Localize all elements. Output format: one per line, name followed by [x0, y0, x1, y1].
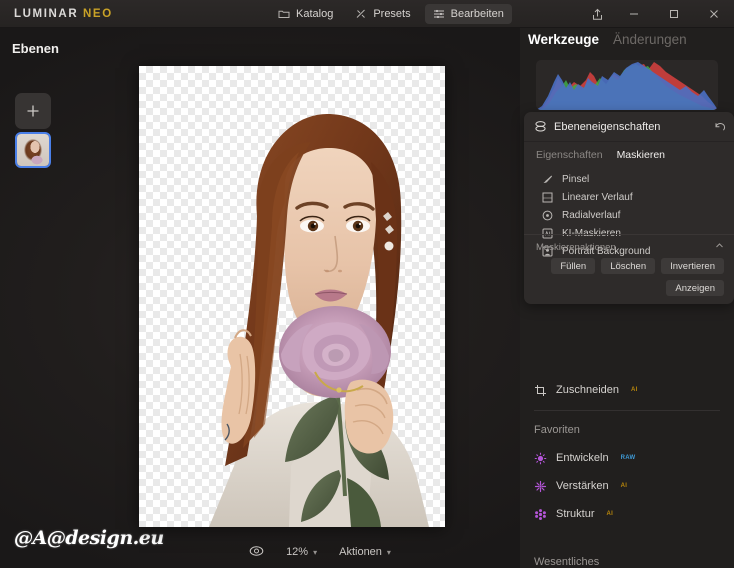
tools-panel: Werkzeuge Änderungen Ebeneneigenschaften	[520, 28, 734, 568]
mask-actions-header[interactable]: Maskierenaktionen	[536, 241, 724, 253]
close-icon	[708, 8, 720, 20]
page-title: Ebenen	[12, 41, 59, 56]
reset-arrow-icon[interactable]	[714, 121, 726, 133]
minimize-button[interactable]	[614, 0, 654, 28]
share-icon	[591, 8, 604, 21]
menu-label-presets: Presets	[373, 8, 411, 20]
tab-aenderungen[interactable]: Änderungen	[613, 32, 687, 47]
mask-actions-title: Maskierenaktionen	[536, 241, 616, 253]
layers-panel: Ebenen	[0, 28, 120, 568]
enhance-icon	[534, 480, 547, 493]
tool-verstaerken[interactable]: Verstärken AI	[520, 474, 734, 498]
rgb-histogram[interactable]	[536, 60, 718, 110]
edit-sliders-icon	[433, 8, 445, 20]
linear-gradient-icon	[542, 192, 553, 203]
tab-eigenschaften-label: Eigenschaften	[536, 149, 603, 161]
zoom-level-dropdown[interactable]: 12% ▾	[286, 546, 317, 558]
tab-werkzeuge[interactable]: Werkzeuge	[528, 32, 599, 47]
tab-maskieren[interactable]: Maskieren	[617, 149, 665, 161]
mask-actions-buttons: Füllen Löschen Invertieren Anzeigen	[536, 258, 724, 296]
preview-toggle-button[interactable]	[249, 545, 264, 560]
radial-gradient-icon	[542, 210, 553, 221]
portrait-photo	[139, 66, 445, 527]
panel-tabs: Werkzeuge Änderungen	[528, 32, 687, 47]
layer-properties-title: Ebeneneigenschaften	[554, 120, 661, 133]
crop-icon	[534, 384, 547, 397]
develop-icon	[534, 452, 547, 465]
maximize-button[interactable]	[654, 0, 694, 28]
show-mask-button[interactable]: Anzeigen	[666, 280, 724, 296]
layers-icon	[534, 120, 547, 133]
tool-zuschneiden[interactable]: Zuschneiden AI	[520, 378, 734, 402]
mask-tool-label: Pinsel	[562, 173, 590, 185]
sliders-icon	[355, 8, 367, 20]
fill-mask-button[interactable]: Füllen	[551, 258, 596, 274]
brush-icon	[542, 174, 553, 185]
menu-label-bearbeiten: Bearbeiten	[450, 8, 504, 20]
chevron-down-icon: ▾	[386, 547, 391, 557]
tab-eigenschaften[interactable]: Eigenschaften	[536, 149, 603, 161]
maximize-icon	[668, 8, 680, 20]
tool-entwickeln[interactable]: Entwickeln RAW	[520, 446, 734, 470]
actions-dropdown[interactable]: Aktionen ▾	[339, 546, 391, 558]
tool-label: Struktur	[556, 508, 595, 520]
title-bar: LUMINAR NEO Katalog Presets Bearbeiten	[0, 0, 734, 28]
mask-tool-radialverlauf[interactable]: Radialverlauf	[524, 206, 734, 224]
canvas-toolbar: 12% ▾ Aktionen ▾	[120, 536, 520, 568]
tab-aenderungen-label: Änderungen	[613, 32, 687, 47]
menu-label-katalog: Katalog	[296, 8, 334, 20]
chevron-up-icon	[715, 241, 724, 253]
tool-label: Verstärken	[556, 480, 609, 492]
share-button[interactable]	[580, 0, 614, 28]
section-wesentliches: Wesentliches	[534, 556, 600, 568]
layer-properties-card: Ebeneneigenschaften Eigenschaften Maskie…	[524, 112, 734, 304]
eye-icon	[249, 545, 264, 560]
tab-werkzeuge-label: Werkzeuge	[528, 32, 600, 47]
plus-icon	[27, 105, 39, 117]
main-menu: Katalog Presets Bearbeiten	[270, 0, 512, 28]
layer-thumbnail	[17, 134, 49, 166]
section-favoriten: Favoriten	[534, 424, 580, 436]
chevron-down-icon: ▾	[313, 547, 318, 557]
mask-tool-pinsel[interactable]: Pinsel	[524, 170, 734, 188]
ai-badge: AI	[631, 387, 638, 393]
mask-actions-section: Maskierenaktionen Füllen Löschen Inverti…	[524, 234, 734, 304]
layer-properties-tabs: Eigenschaften Maskieren	[524, 142, 734, 167]
close-button[interactable]	[694, 0, 734, 28]
window-controls	[580, 0, 734, 28]
folder-icon	[278, 8, 290, 20]
menu-item-presets[interactable]: Presets	[347, 4, 418, 24]
mask-tool-linearer-verlauf[interactable]: Linearer Verlauf	[524, 188, 734, 206]
brand-primary: LUMINAR	[14, 8, 79, 20]
mask-tool-label: Linearer Verlauf	[562, 191, 633, 203]
ai-badge: AI	[606, 511, 614, 517]
menu-item-katalog[interactable]: Katalog	[270, 4, 341, 24]
divider	[534, 410, 720, 411]
structure-icon	[534, 508, 547, 521]
minimize-icon	[628, 8, 640, 20]
tool-label: Zuschneiden	[556, 384, 619, 396]
tab-maskieren-label: Maskieren	[616, 149, 665, 161]
luminar-neo-window: LUMINAR NEO Katalog Presets Bearbeiten E…	[0, 0, 734, 568]
ai-badge: AI	[620, 483, 628, 489]
menu-item-bearbeiten[interactable]: Bearbeiten	[424, 4, 512, 24]
list-item[interactable]	[15, 132, 51, 168]
zoom-level-value: 12%	[286, 546, 309, 558]
invert-mask-button[interactable]: Invertieren	[661, 258, 724, 274]
actions-label: Aktionen	[339, 546, 382, 558]
tool-label: Entwickeln	[556, 452, 609, 464]
app-logo: LUMINAR NEO	[14, 8, 113, 20]
raw-badge: RAW	[620, 455, 636, 461]
brand-secondary: NEO	[83, 8, 113, 20]
add-layer-button[interactable]	[15, 93, 51, 129]
delete-mask-button[interactable]: Löschen	[601, 258, 656, 274]
mask-tool-label: Radialverlauf	[562, 209, 621, 221]
layer-properties-header: Ebeneneigenschaften	[524, 112, 734, 142]
image-canvas[interactable]	[139, 66, 445, 527]
tool-struktur[interactable]: Struktur AI	[520, 502, 734, 526]
